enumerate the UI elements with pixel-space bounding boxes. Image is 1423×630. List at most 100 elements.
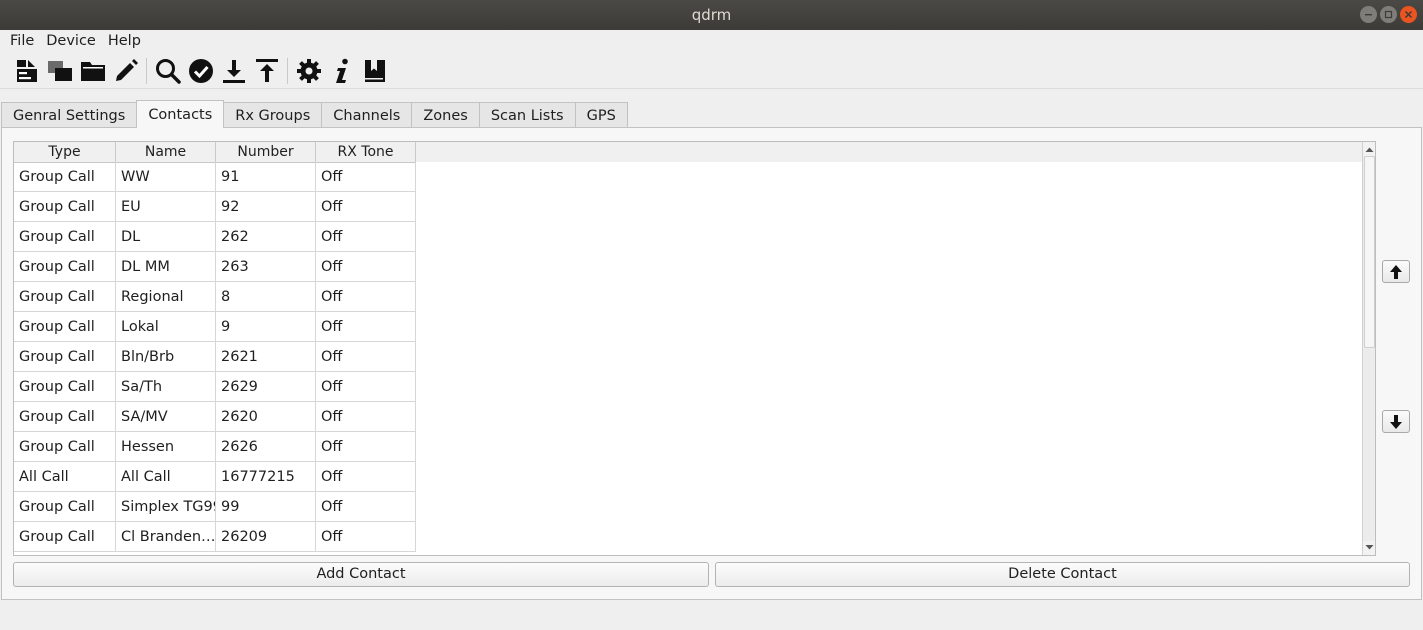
cell-number[interactable]: 26209 — [216, 522, 316, 552]
tab-rx-groups[interactable]: Rx Groups — [224, 102, 322, 128]
cell-rx-tone[interactable]: Off — [316, 372, 416, 402]
menu-help[interactable]: Help — [102, 30, 147, 52]
cell-rx-tone[interactable]: Off — [316, 252, 416, 282]
cell-type[interactable]: Group Call — [14, 222, 116, 252]
tab-general-settings[interactable]: Genral Settings — [1, 102, 137, 128]
cell-type[interactable]: Group Call — [14, 192, 116, 222]
new-codeplug-button[interactable] — [10, 55, 43, 87]
cell-number[interactable]: 8 — [216, 282, 316, 312]
cell-type[interactable]: All Call — [14, 462, 116, 492]
cell-rx-tone[interactable]: Off — [316, 162, 416, 192]
minimize-button[interactable] — [1360, 6, 1377, 23]
vertical-scrollbar[interactable] — [1362, 142, 1375, 555]
table-row[interactable]: Group Call Lokal 9 Off — [14, 312, 416, 342]
table-row[interactable]: All Call All Call 16777215 Off — [14, 462, 416, 492]
copy-button[interactable] — [43, 55, 76, 87]
cell-number[interactable]: 9 — [216, 312, 316, 342]
column-header-type[interactable]: Type — [14, 142, 116, 163]
move-contact-down-button[interactable] — [1382, 410, 1410, 433]
cell-name[interactable]: Simplex TG99 — [116, 492, 216, 522]
cell-type[interactable]: Group Call — [14, 402, 116, 432]
cell-name[interactable]: Lokal — [116, 312, 216, 342]
table-row[interactable]: Group Call DL MM 263 Off — [14, 252, 416, 282]
cell-rx-tone[interactable]: Off — [316, 222, 416, 252]
cell-type[interactable]: Group Call — [14, 492, 116, 522]
table-row[interactable]: Group Call DL 262 Off — [14, 222, 416, 252]
cell-name[interactable]: EU — [116, 192, 216, 222]
cell-rx-tone[interactable]: Off — [316, 342, 416, 372]
add-contact-button[interactable]: Add Contact — [13, 562, 709, 587]
cell-rx-tone[interactable]: Off — [316, 402, 416, 432]
scroll-up-arrow-icon[interactable] — [1365, 145, 1374, 155]
close-button[interactable] — [1400, 6, 1417, 23]
cell-name[interactable]: All Call — [116, 462, 216, 492]
cell-name[interactable]: Cl Branden… — [116, 522, 216, 552]
tab-channels[interactable]: Channels — [321, 102, 412, 128]
tab-contacts[interactable]: Contacts — [136, 100, 225, 128]
move-contact-up-button[interactable] — [1382, 260, 1410, 283]
cell-rx-tone[interactable]: Off — [316, 492, 416, 522]
open-button[interactable] — [76, 55, 109, 87]
menu-device[interactable]: Device — [40, 30, 102, 52]
cell-name[interactable]: Sa/Th — [116, 372, 216, 402]
table-row[interactable]: Group Call EU 92 Off — [14, 192, 416, 222]
column-header-rx-tone[interactable]: RX Tone — [316, 142, 416, 163]
settings-button[interactable] — [292, 55, 325, 87]
cell-name[interactable]: SA/MV — [116, 402, 216, 432]
cell-number[interactable]: 2620 — [216, 402, 316, 432]
maximize-button[interactable] — [1380, 6, 1397, 23]
bookmark-button[interactable] — [358, 55, 391, 87]
cell-type[interactable]: Group Call — [14, 312, 116, 342]
cell-number[interactable]: 2626 — [216, 432, 316, 462]
cell-type[interactable]: Group Call — [14, 252, 116, 282]
cell-type[interactable]: Group Call — [14, 162, 116, 192]
cell-name[interactable]: DL — [116, 222, 216, 252]
cell-number[interactable]: 91 — [216, 162, 316, 192]
scrollbar-thumb[interactable] — [1364, 156, 1375, 348]
verify-button[interactable] — [184, 55, 217, 87]
cell-rx-tone[interactable]: Off — [316, 522, 416, 552]
edit-button[interactable] — [109, 55, 142, 87]
cell-number[interactable]: 262 — [216, 222, 316, 252]
cell-rx-tone[interactable]: Off — [316, 312, 416, 342]
table-row[interactable]: Group Call Hessen 2626 Off — [14, 432, 416, 462]
column-header-number[interactable]: Number — [216, 142, 316, 163]
cell-name[interactable]: Hessen — [116, 432, 216, 462]
cell-rx-tone[interactable]: Off — [316, 192, 416, 222]
column-header-name[interactable]: Name — [116, 142, 216, 163]
tab-scan-lists[interactable]: Scan Lists — [478, 102, 575, 128]
cell-type[interactable]: Group Call — [14, 342, 116, 372]
cell-name[interactable]: Bln/Brb — [116, 342, 216, 372]
upload-button[interactable] — [250, 55, 283, 87]
menu-file[interactable]: File — [4, 30, 40, 52]
cell-type[interactable]: Group Call — [14, 522, 116, 552]
cell-rx-tone[interactable]: Off — [316, 462, 416, 492]
cell-number[interactable]: 263 — [216, 252, 316, 282]
cell-number[interactable]: 2629 — [216, 372, 316, 402]
download-button[interactable] — [217, 55, 250, 87]
cell-rx-tone[interactable]: Off — [316, 432, 416, 462]
cell-number[interactable]: 16777215 — [216, 462, 316, 492]
info-button[interactable] — [325, 55, 358, 87]
cell-type[interactable]: Group Call — [14, 372, 116, 402]
cell-number[interactable]: 99 — [216, 492, 316, 522]
delete-contact-button[interactable]: Delete Contact — [715, 562, 1410, 587]
table-row[interactable]: Group Call Simplex TG99 99 Off — [14, 492, 416, 522]
cell-name[interactable]: DL MM — [116, 252, 216, 282]
table-row[interactable]: Group Call Regional 8 Off — [14, 282, 416, 312]
cell-number[interactable]: 2621 — [216, 342, 316, 372]
table-row[interactable]: Group Call Bln/Brb 2621 Off — [14, 342, 416, 372]
cell-name[interactable]: Regional — [116, 282, 216, 312]
cell-rx-tone[interactable]: Off — [316, 282, 416, 312]
cell-number[interactable]: 92 — [216, 192, 316, 222]
table-row[interactable]: Group Call Sa/Th 2629 Off — [14, 372, 416, 402]
tab-zones[interactable]: Zones — [411, 102, 479, 128]
table-row[interactable]: Group Call Cl Branden… 26209 Off — [14, 522, 416, 552]
scroll-down-arrow-icon[interactable] — [1365, 542, 1374, 552]
table-row[interactable]: Group Call WW 91 Off — [14, 162, 416, 192]
search-button[interactable] — [151, 55, 184, 87]
table-row[interactable]: Group Call SA/MV 2620 Off — [14, 402, 416, 432]
contacts-table[interactable]: Type Name Number RX Tone Group Call WW 91 O… — [13, 141, 1376, 556]
cell-type[interactable]: Group Call — [14, 282, 116, 312]
cell-name[interactable]: WW — [116, 162, 216, 192]
